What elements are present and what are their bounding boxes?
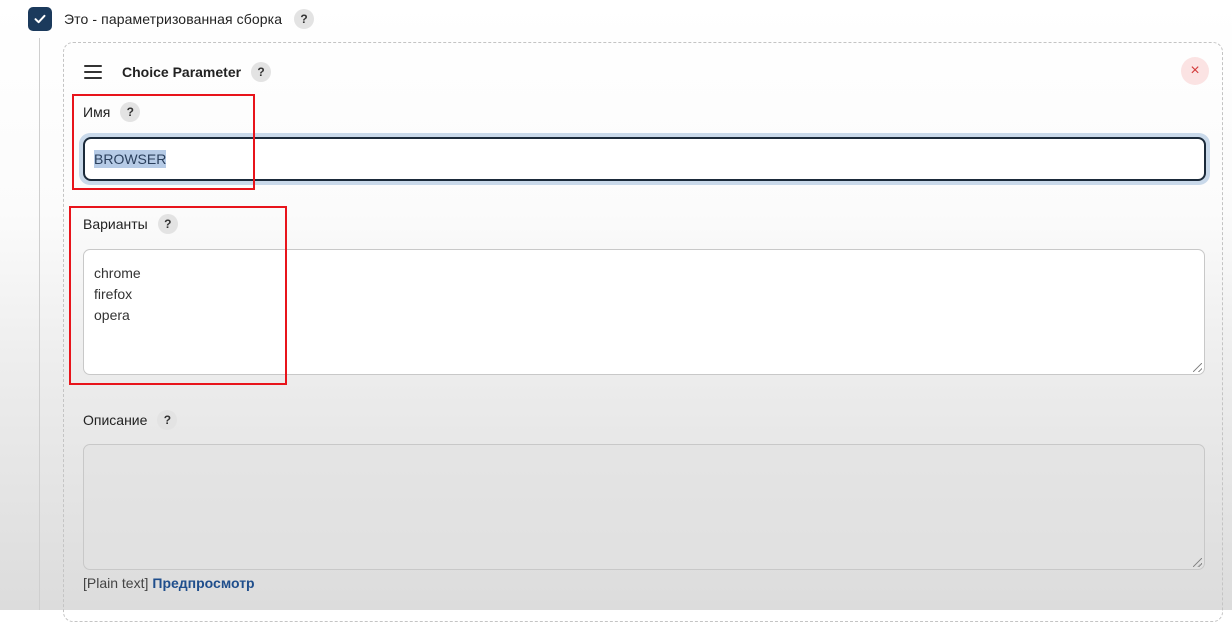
plain-text-label: [Plain text] bbox=[83, 575, 149, 591]
remove-parameter-button[interactable]: × bbox=[1181, 57, 1209, 85]
parameterized-build-help-icon[interactable]: ? bbox=[294, 9, 315, 29]
choice-parameter-help-icon[interactable]: ? bbox=[251, 62, 272, 82]
description-help-icon[interactable]: ? bbox=[157, 410, 178, 430]
parameterized-build-checkbox[interactable] bbox=[28, 7, 52, 31]
parameterized-build-row: Это - параметризованная сборка ? bbox=[28, 7, 315, 31]
description-field-label-row: Описание ? bbox=[83, 410, 178, 430]
resize-grip-icon[interactable] bbox=[1193, 558, 1202, 567]
choice-parameter-header: Choice Parameter ? bbox=[84, 60, 272, 84]
description-textarea[interactable] bbox=[83, 444, 1205, 570]
close-icon: × bbox=[1190, 62, 1200, 79]
name-field-highlight bbox=[72, 94, 255, 190]
parameterized-build-label: Это - параметризованная сборка bbox=[64, 11, 283, 27]
preview-link[interactable]: Предпросмотр bbox=[152, 575, 254, 591]
choices-field-highlight bbox=[69, 206, 287, 385]
description-format-footer: [Plain text] Предпросмотр bbox=[83, 575, 255, 591]
section-guide-line bbox=[39, 38, 40, 610]
drag-handle-icon[interactable] bbox=[84, 65, 102, 79]
description-field-label: Описание bbox=[83, 412, 148, 428]
choice-parameter-title: Choice Parameter bbox=[122, 64, 242, 80]
resize-grip-icon[interactable] bbox=[1193, 363, 1202, 372]
checkmark-icon bbox=[34, 14, 46, 24]
